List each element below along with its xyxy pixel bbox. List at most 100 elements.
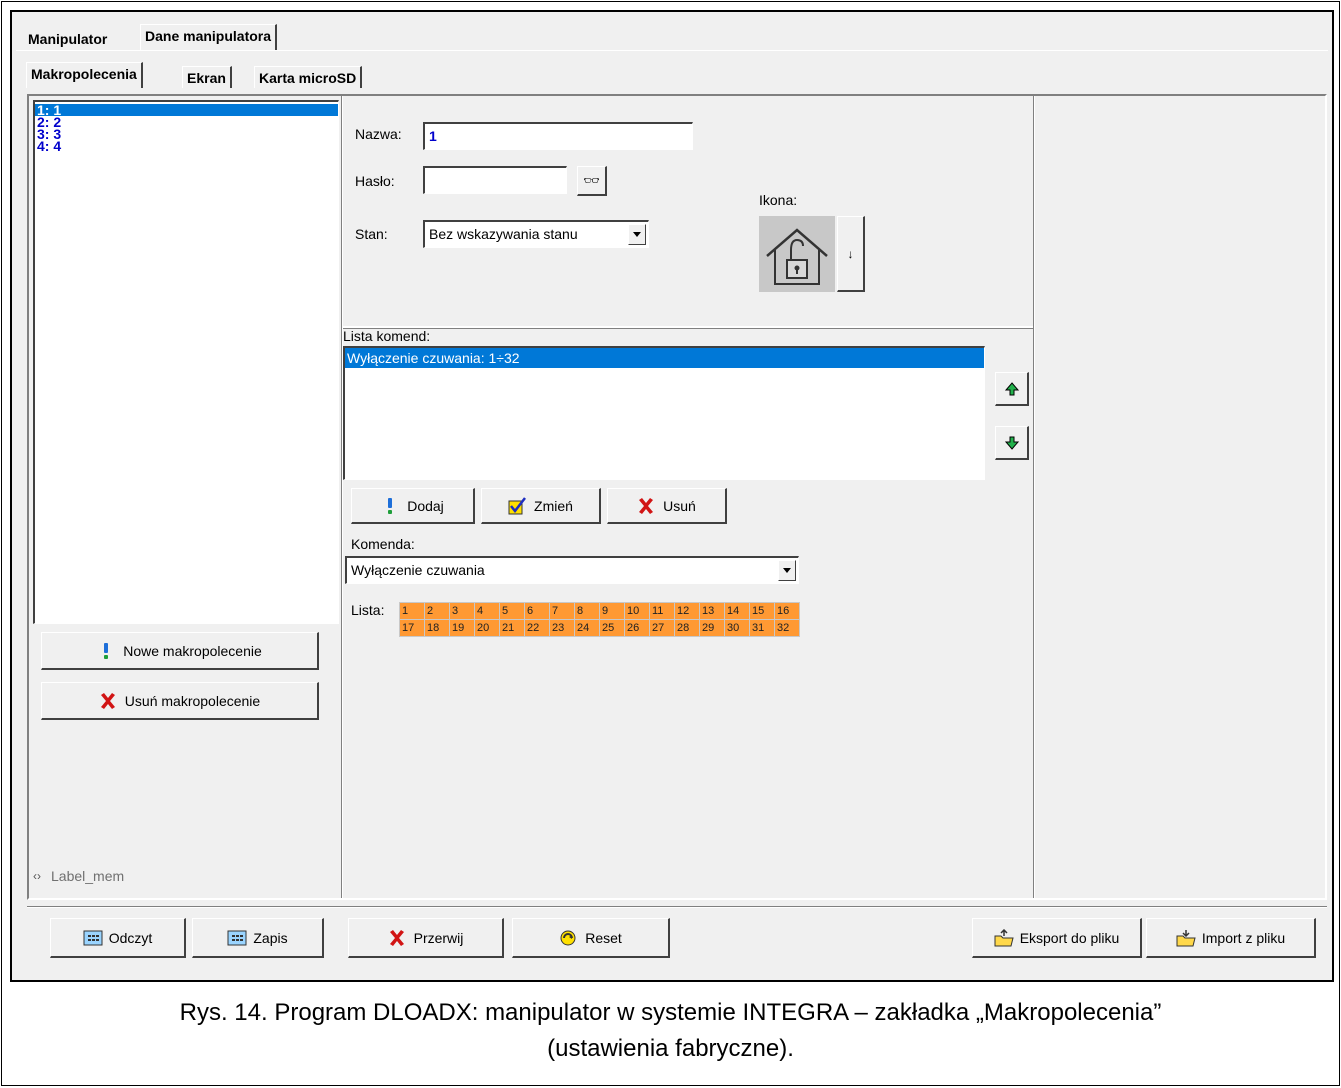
divider-right [1033, 96, 1035, 898]
partition-cell[interactable]: 31 [750, 620, 774, 636]
add-command-button[interactable]: Dodaj [351, 488, 475, 524]
reset-button[interactable]: Reset [512, 918, 670, 958]
partition-cell[interactable]: 19 [450, 620, 474, 636]
partition-cell[interactable]: 6 [525, 603, 549, 619]
move-down-button[interactable] [995, 426, 1029, 460]
password-field[interactable] [423, 166, 567, 194]
red-x-icon [99, 692, 117, 710]
partition-cell[interactable]: 15 [750, 603, 774, 619]
partition-cell[interactable]: 22 [525, 620, 549, 636]
command-list-item[interactable]: Wyłączenie czuwania: 1÷32 [345, 348, 984, 368]
delete-macro-label: Usuń makropolecenie [124, 692, 261, 709]
partition-grid[interactable]: 1 2 3 4 5 6 7 8 9 10 11 12 13 14 15 16 17 18 19 20 21 22 23 24 2… [399, 602, 800, 637]
name-field[interactable]: 1 [423, 122, 693, 150]
command-label: Komenda: [351, 536, 415, 552]
move-up-button[interactable] [995, 372, 1029, 406]
partition-cell[interactable]: 23 [550, 620, 574, 636]
write-button[interactable]: Zapis [192, 918, 324, 958]
new-macro-label: Nowe makropolecenie [123, 642, 262, 659]
partition-cell[interactable]: 13 [700, 603, 724, 619]
partition-cell[interactable]: 5 [500, 603, 524, 619]
exclamation-icon [97, 642, 115, 660]
list-grid-label: Lista: [351, 602, 385, 618]
icon-label: Ikona: [759, 192, 798, 208]
delete-macro-button[interactable]: Usuń makropolecenie [41, 682, 319, 720]
tab-karta-microsd[interactable]: Karta microSD [254, 66, 363, 88]
command-list-label: Lista komend: [343, 328, 431, 344]
green-up-arrow-icon [1004, 381, 1019, 395]
partition-cell[interactable]: 18 [425, 620, 449, 636]
partition-cell[interactable]: 11 [650, 603, 674, 619]
partition-cell[interactable]: 3 [450, 603, 474, 619]
partition-cell[interactable]: 1 [400, 603, 424, 619]
remove-command-button[interactable]: Usuń [607, 488, 727, 524]
state-label: Stan: [355, 226, 388, 242]
checkbox-icon [508, 496, 527, 515]
partition-cell[interactable]: 8 [575, 603, 599, 619]
partition-cell[interactable]: 10 [625, 603, 649, 619]
import-button[interactable]: Import z pliku [1146, 918, 1316, 958]
figure-caption-line2: (ustawienia fabryczne). [547, 1035, 794, 1062]
read-button[interactable]: Odczyt [50, 918, 186, 958]
macro-list-item[interactable]: 4: 4 [35, 139, 338, 153]
export-button[interactable]: Eksport do pliku [972, 918, 1142, 958]
partition-cell[interactable]: 32 [775, 620, 799, 636]
state-dropdown-arrow[interactable] [628, 224, 646, 245]
reset-arrows-icon [559, 929, 577, 947]
macro-list-item[interactable]: 3: 3 [35, 127, 338, 141]
tab-makropolecenia[interactable]: Makropolecenia [26, 62, 143, 88]
state-select[interactable]: Bez wskazywania stanu [423, 220, 649, 248]
sub-tab-bar: Makropolecenia Ekran Karta microSD [12, 52, 1332, 92]
house-lock-icon [766, 228, 828, 285]
partition-cell[interactable]: 29 [700, 620, 724, 636]
partition-cell[interactable]: 25 [600, 620, 624, 636]
partition-cell[interactable]: 24 [575, 620, 599, 636]
keypad-read-icon [83, 929, 103, 947]
content-panel: 1: 1 2: 2 3: 3 4: 4 Nowe makropolecenie Usu… [27, 94, 1327, 900]
command-list[interactable]: Wyłączenie czuwania: 1÷32 [343, 346, 985, 480]
partition-cell[interactable]: 17 [400, 620, 424, 636]
show-password-button[interactable]: 👓︎ [577, 166, 607, 196]
link-icon: ‹› [33, 869, 41, 883]
partition-cell[interactable]: 14 [725, 603, 749, 619]
partition-cell[interactable]: 2 [425, 603, 449, 619]
exclamation-icon [381, 497, 399, 515]
macro-list-item[interactable]: 1: 1 [35, 103, 338, 117]
partition-cell[interactable]: 7 [550, 603, 574, 619]
figure-caption-line1: Rys. 14. Program DLOADX: manipulator w s… [179, 999, 1162, 1026]
partition-cell[interactable]: 28 [675, 620, 699, 636]
folder-import-icon [1176, 929, 1196, 947]
name-label: Nazwa: [355, 126, 402, 142]
macro-properties: Nazwa: 1 Hasło: 👓︎ Stan: Bez wskazywania… [343, 96, 1033, 328]
tab-ekran[interactable]: Ekran [182, 66, 232, 88]
partition-cell[interactable]: 9 [600, 603, 624, 619]
command-select[interactable]: Wyłączenie czuwania [345, 556, 799, 584]
toolbar-divider [27, 906, 1327, 908]
change-command-button[interactable]: Zmień [481, 488, 601, 524]
new-macro-button[interactable]: Nowe makropolecenie [41, 632, 319, 670]
macro-list-item[interactable]: 2: 2 [35, 115, 338, 129]
partition-cell[interactable]: 30 [725, 620, 749, 636]
folder-export-icon [994, 928, 1014, 947]
partition-cell[interactable]: 20 [475, 620, 499, 636]
password-label: Hasło: [355, 173, 395, 189]
tab-dane-manipulatora[interactable]: Dane manipulatora [140, 24, 278, 50]
partition-cell[interactable]: 12 [675, 603, 699, 619]
abort-button[interactable]: Przerwij [348, 918, 504, 958]
partition-cell[interactable]: 27 [650, 620, 674, 636]
macro-list[interactable]: 1: 1 2: 2 3: 3 4: 4 [33, 100, 339, 624]
partition-cell[interactable]: 26 [625, 620, 649, 636]
glasses-icon: 👓︎ [583, 172, 600, 188]
arrow-down-icon: ↓ [847, 246, 854, 261]
partition-cell[interactable]: 16 [775, 603, 799, 619]
red-x-icon [637, 497, 655, 515]
icon-select-button[interactable]: ↓ [837, 216, 865, 292]
icon-preview [759, 216, 835, 292]
command-dropdown-arrow[interactable] [778, 560, 796, 581]
red-x-icon [388, 929, 406, 947]
green-down-arrow-icon [1004, 436, 1019, 450]
partition-cell[interactable]: 21 [500, 620, 524, 636]
tab-manipulator[interactable]: Manipulator [24, 28, 111, 50]
partition-cell[interactable]: 4 [475, 603, 499, 619]
keypad-write-icon [227, 929, 247, 947]
